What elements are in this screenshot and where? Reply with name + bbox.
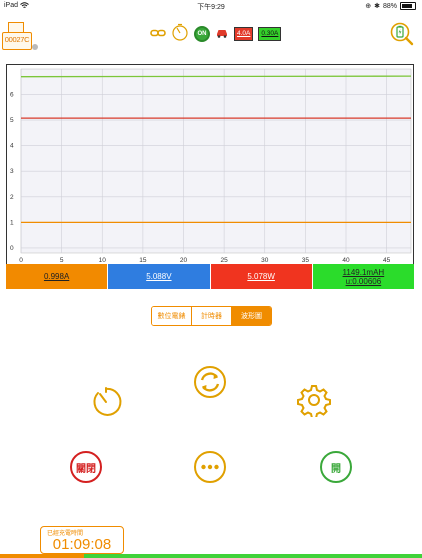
chart-svg: 0 5 10 15 20 25 30 35 40 450123456	[10, 68, 412, 264]
tab-waveform[interactable]: 波形圖	[232, 307, 271, 325]
connection-dot-icon	[32, 44, 38, 50]
stopwatch-button[interactable]	[89, 385, 123, 419]
voltage-reading[interactable]: 5.088V	[108, 264, 211, 289]
x-tick-label: 45	[383, 257, 391, 264]
link-icon[interactable]	[150, 25, 166, 43]
series-line-0	[20, 75, 412, 78]
y-tick-label: 2	[10, 194, 14, 201]
power-on-label: 開	[331, 463, 341, 475]
y-tick-label: 0	[10, 245, 14, 252]
charge-timer: 已經充電時間 01:09:08	[40, 526, 124, 554]
timer-value: 01:09:08	[52, 536, 112, 553]
x-tick-label: 30	[261, 257, 269, 264]
power-off-button[interactable]: 關閉	[69, 450, 103, 484]
status-time: 下午9:29	[197, 4, 225, 11]
x-tick-label: 10	[99, 257, 107, 264]
refresh-icon	[194, 366, 226, 398]
status-right: ⊕ ✱ 88%	[365, 2, 416, 10]
device-button[interactable]: 00027C	[2, 18, 38, 52]
readings-row: 0.998A 5.088V 5.078W 1149.1mAH u:0.00606	[6, 264, 414, 289]
bluetooth-icon: ✱	[374, 3, 380, 10]
settings-button[interactable]	[297, 383, 331, 419]
power-on-button[interactable]: 開	[319, 450, 353, 484]
top-status-cluster: ON 4.0A 0.30A	[150, 23, 282, 46]
x-tick-label: 40	[342, 257, 350, 264]
x-tick-label: 25	[221, 257, 229, 264]
y-tick-label: 1	[10, 219, 14, 226]
gear-icon	[297, 385, 331, 419]
current-limit-badge[interactable]: 4.0A	[234, 27, 254, 41]
plot-area	[20, 68, 412, 254]
tab-timer[interactable]: 計時器	[192, 307, 232, 325]
car-icon[interactable]	[215, 25, 229, 43]
power-value: 5.078W	[247, 272, 275, 281]
current-value: 0.998A	[43, 272, 70, 281]
battery-check-icon[interactable]	[390, 22, 414, 46]
x-tick-label: 35	[302, 257, 310, 264]
location-icon: ⊕	[365, 3, 372, 10]
waveform-chart: 0 5 10 15 20 25 30 35 40 45 0 1 2 3 4 5 6	[6, 64, 414, 289]
y-tick-label: 4	[10, 143, 14, 150]
voltage-value: 5.088V	[146, 272, 172, 281]
y-tick-label: 6	[10, 92, 14, 99]
x-tick-label: 5	[60, 257, 64, 264]
capacity-value: 1149.1mAH	[342, 267, 385, 277]
stopwatch-small-icon[interactable]	[171, 23, 189, 46]
y-tick-label: 5	[10, 117, 14, 124]
capacity-reading[interactable]: 1149.1mAH u:0.00606	[312, 264, 414, 289]
battery-icon	[400, 2, 416, 10]
refresh-button[interactable]	[193, 365, 227, 399]
current-reading[interactable]: 0.998A	[6, 264, 109, 289]
resistance-value: u:0.00606	[345, 276, 382, 286]
status-bar: iPad 下午9:29 ⊕ ✱ 88%	[0, 0, 422, 14]
device-id: 00027C	[4, 35, 30, 44]
more-button[interactable]	[193, 450, 227, 484]
more-icon	[194, 451, 226, 483]
tab-digital-meter[interactable]: 數位電錶	[152, 307, 192, 325]
power-reading[interactable]: 5.078W	[210, 264, 313, 289]
battery-percent: 88%	[382, 2, 397, 10]
charge-progress-bar	[0, 554, 422, 558]
power-off-label: 關閉	[76, 463, 96, 475]
view-tabs: 數位電錶 計時器 波形圖	[151, 306, 272, 326]
x-tick-label: 15	[139, 257, 147, 264]
power-on-badge[interactable]: ON	[194, 26, 210, 42]
stopwatch-icon	[93, 387, 122, 416]
x-tick-label: 0	[19, 257, 23, 264]
x-tick-label: 20	[180, 257, 188, 264]
current-min-badge[interactable]: 0.30A	[258, 27, 282, 41]
y-tick-label: 3	[10, 168, 14, 175]
charge-progress-fill	[0, 554, 85, 558]
